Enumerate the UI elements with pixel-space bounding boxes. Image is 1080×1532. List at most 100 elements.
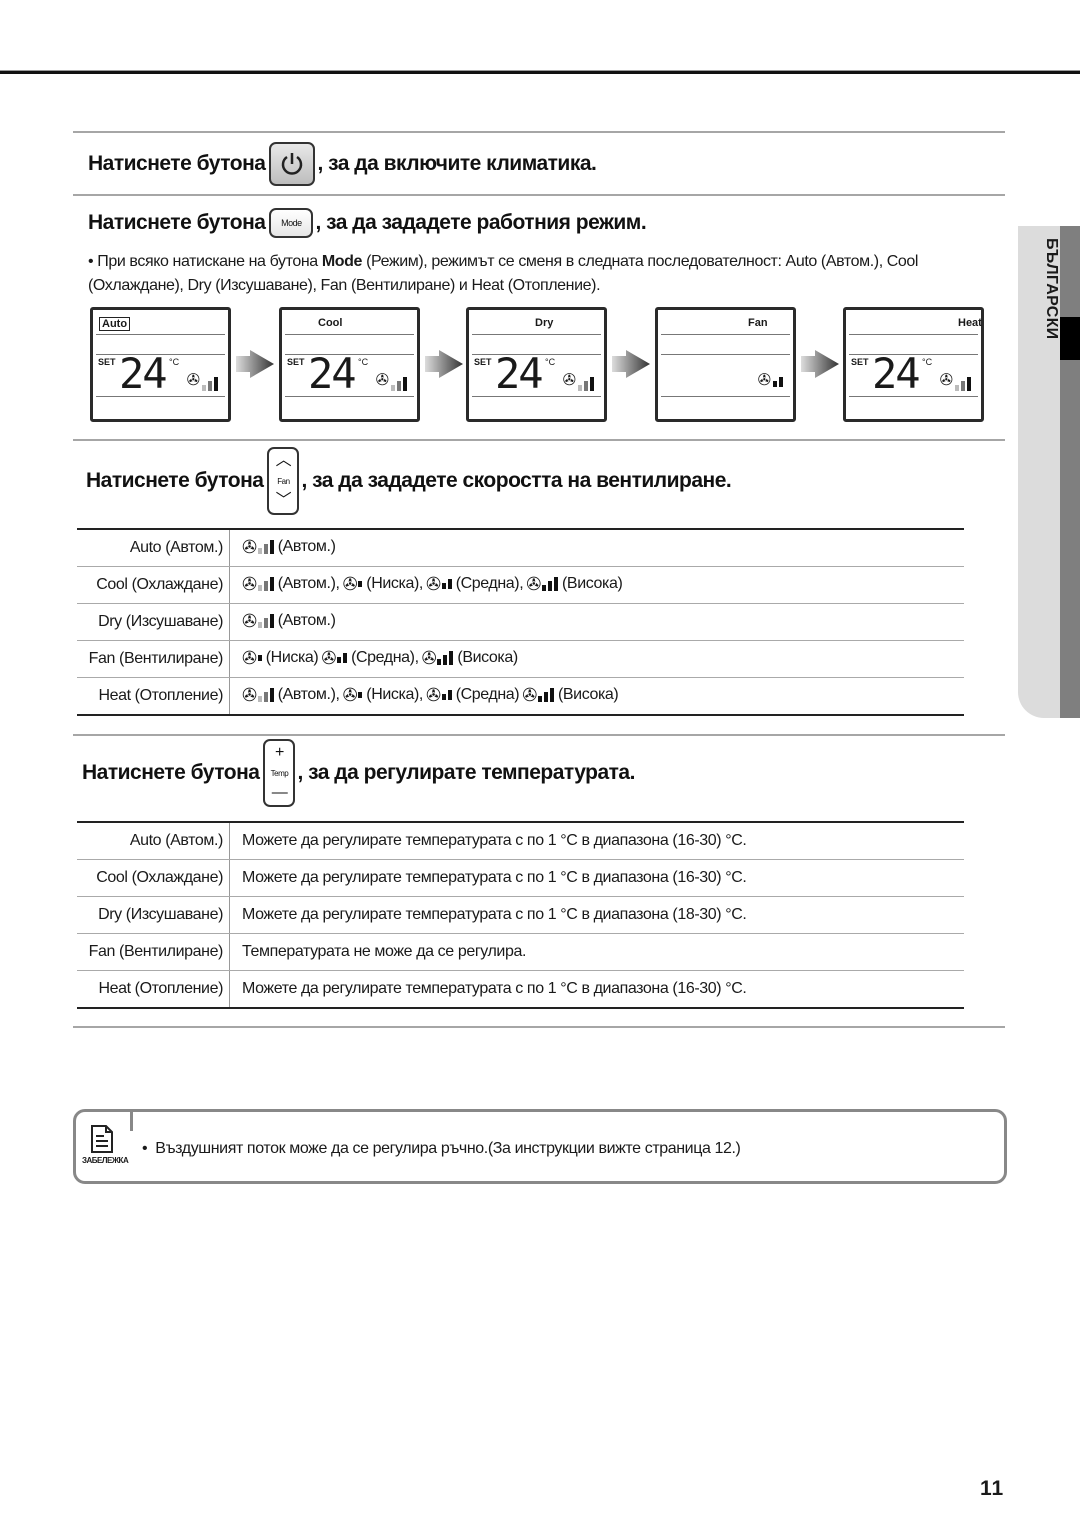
fan-icon: ✇ [342,685,358,705]
fan-icon: ✇ [242,574,257,594]
speed-cell: ✇ (Ниска) ✇ (Средна), ✇ (Висока) [229,640,964,678]
bar [773,381,777,387]
bar [269,688,274,702]
bullet: • [88,253,94,270]
table-row: Cool (Охлаждане) Можете да регулирате тем… [77,859,964,897]
table-row: Heat (Отопление) ✇ (Автом.), ✇ (Ниска), ✇ (… [77,677,964,715]
mode-cell: Dry (Изсушаване) [77,896,230,934]
fan-speed-label: (Висока) [557,686,619,703]
bar [779,377,783,387]
bar [214,377,218,391]
mode-cell: Cool (Охлаждане) [77,566,230,604]
speed-cell: ✇ (Автом.) [229,603,964,641]
fan-level-bars-auto [257,688,274,702]
lcd-line [472,334,601,335]
bar [263,544,268,554]
table-row: Dry (Изсушаване) ✇ (Автом.) [77,603,964,641]
fan-level-bars-low [358,692,363,698]
fan-level-bars-low [257,655,262,661]
temperature-table: Auto (Автом.) Можете да регулирате темпер… [77,821,964,1009]
heading-prefix: Натиснете бутона [86,469,264,492]
bar [449,651,454,665]
bar [208,381,212,391]
lcd-set: SET [287,357,305,367]
fan-level-bars-medium [337,653,348,663]
fan-speed-label: (Ниска), [366,575,423,592]
mode-cell: Heat (Отопление) [77,970,230,1008]
fan-speed-option: ✇ (Висока) [422,649,519,667]
temp-heading: Натиснете бутона + Temp — , за да регули… [82,739,635,807]
fan-icon: ✇ [425,685,441,705]
arrow-right-icon [425,350,463,378]
plus-icon: + [275,744,284,761]
bar [263,692,268,702]
divider [73,131,1005,133]
fan-icon: ✇ [522,685,537,705]
table-row: Auto (Автом.) Можете да регулирате темпер… [77,822,964,860]
text-before: При всяко натискане на бутона [97,253,322,270]
bar [358,692,363,698]
note-icon [91,1125,113,1153]
mode-cell: Cool (Охлаждане) [77,859,230,897]
fan-speed-label: (Автом.) [277,538,336,555]
fan-level-bars-high [541,577,558,591]
top-rule [0,70,1080,74]
bar [263,581,268,591]
fan-icon: ✇ [242,648,257,668]
divider [73,194,1005,196]
fan-icon: ✇ [186,372,200,389]
divider [73,439,1005,441]
fan-speed-option: ✇ (Автом.), [242,575,340,593]
heading-suffix: , за да зададете работния режим. [315,211,647,234]
bar [955,385,959,391]
fan-icon: ✇ [526,574,541,594]
fan-icon: ✇ [342,574,358,594]
fan-icon: ✇ [939,372,953,389]
speed-cell: ✇ (Автом.) [229,529,964,567]
fan-level-bars-auto [257,577,274,591]
page-number: 11 [980,1477,1005,1500]
lcd-temp: 24 [308,349,357,398]
fan-level-bars-high [437,651,454,665]
language-tab-marker [1060,317,1080,360]
lcd-mode: Fan [748,317,768,329]
power-heading: Натиснете бутона , за да включите климат… [88,142,597,186]
mode-button: Mode [269,208,314,238]
bar [343,653,348,663]
table-row: Dry (Изсушаване) Можете да регулирате тем… [77,896,964,934]
fan-icon: ✇ [242,685,257,705]
fan-speed-label: (Висока) [562,575,623,592]
fan-speed-label: (Автом.) [277,612,336,629]
fan-speed-label: (Автом.), [277,686,340,703]
fan-icon: ✇ [375,372,389,389]
divider [73,734,1005,736]
heading-suffix: , за да включите климатика. [317,152,597,175]
mode-heading: Натиснете бутона Mode , за да зададете р… [88,208,647,238]
mode-description: • При всяко натискане на бутона Mode (Ре… [88,250,993,298]
lcd-set: SET [98,357,116,367]
bar [443,655,448,665]
fan-icon: ✇ [425,574,441,594]
fan-speed-option: ✇ (Висока) [522,685,619,705]
fan-speed-label: (Висока) [457,649,518,666]
minus-icon: — [271,784,288,801]
fan-speed-option: ✇ (Ниска), [342,574,424,594]
fan-speed-option: ✇ (Ниска), [342,685,424,705]
fan-speed-option: ✇ (Автом.), [242,686,340,704]
temp-button-label: Temp [270,768,289,778]
lcd-temp: 24 [119,349,168,398]
fan-speed-option: ✇ (Автом.) [242,538,336,556]
arrow-right-icon [612,350,650,378]
bar [202,385,206,391]
bar [437,659,442,665]
power-button [269,142,316,186]
note-content: Въздушният поток може да се регулира ръч… [155,1140,741,1157]
bar [269,540,274,554]
fan-speed-option: ✇ (Ниска) [242,648,319,668]
bar [257,655,262,661]
lcd-line [285,334,414,335]
bar [441,583,446,589]
bar [447,690,452,700]
fan-level-bars-auto [955,377,971,391]
heading-suffix: , за да регулирате температурата. [297,761,635,784]
